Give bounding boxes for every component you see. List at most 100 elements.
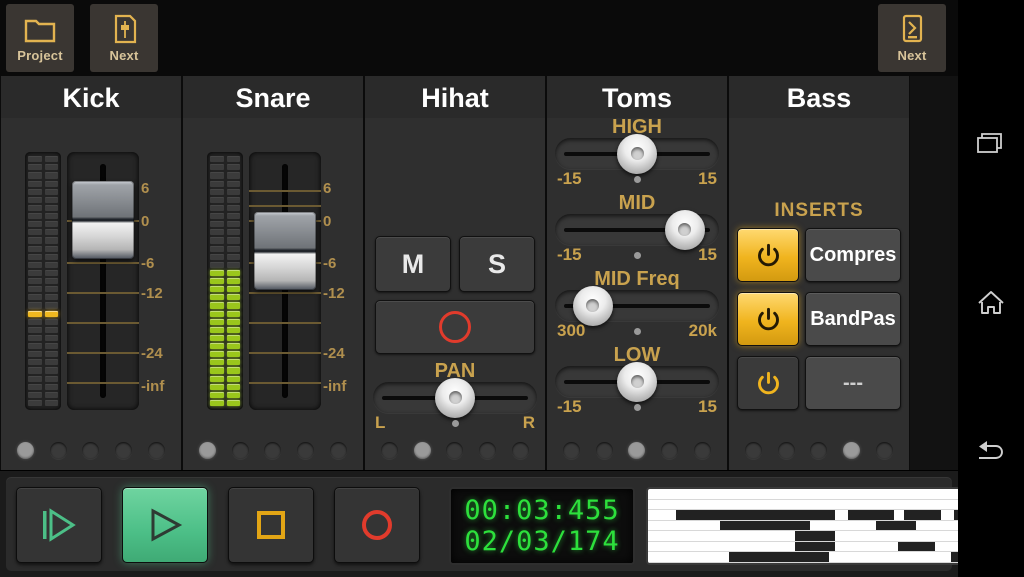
page-dots-bass[interactable] <box>729 430 909 470</box>
overview-lane[interactable] <box>648 521 960 532</box>
page-dots-kick[interactable] <box>1 430 181 470</box>
eq-slider-mid[interactable]: MID -15 15 <box>555 192 719 265</box>
channel-strip-toms[interactable]: Toms HIGH -15 15 MID <box>546 76 728 470</box>
page-dot[interactable] <box>50 442 67 459</box>
overview-clip[interactable] <box>729 552 829 562</box>
page-dot[interactable] <box>264 442 281 459</box>
insert-slot-1[interactable]: Compres <box>737 228 901 282</box>
meter-segment <box>28 221 42 227</box>
insert-power-button-3[interactable] <box>737 356 799 410</box>
mute-button-hihat[interactable]: M <box>375 236 451 292</box>
page-dots-snare[interactable] <box>183 430 363 470</box>
overview-clip[interactable] <box>904 510 941 520</box>
transport-bar: 00:03:455 02/03/174 <box>0 470 958 577</box>
page-dot[interactable] <box>115 442 132 459</box>
meter-segment <box>227 229 241 235</box>
pan-knob[interactable] <box>435 378 475 418</box>
record-button[interactable] <box>334 487 420 563</box>
overview-clip[interactable] <box>795 542 836 552</box>
overview-clip[interactable] <box>848 510 895 520</box>
insert-name-1[interactable]: Compres <box>805 228 901 282</box>
overview-clip[interactable] <box>898 542 935 552</box>
overview-clip[interactable] <box>795 531 836 541</box>
eq-slider-low[interactable]: LOW -15 15 <box>555 344 719 417</box>
eq-track-low[interactable] <box>555 366 719 397</box>
page-dot[interactable] <box>628 442 645 459</box>
next-track-button[interactable]: Next <box>90 4 158 72</box>
page-dot[interactable] <box>661 442 678 459</box>
eq-min-mid: -15 <box>557 245 582 265</box>
eq-slider-high[interactable]: HIGH -15 15 <box>555 116 719 189</box>
pan-slider-hihat[interactable]: PAN L R <box>373 360 537 433</box>
fader-knob-kick[interactable] <box>72 181 134 259</box>
eq-knob-midfreq[interactable] <box>573 286 613 326</box>
eq-track-high[interactable] <box>555 138 719 169</box>
page-dot[interactable] <box>596 442 613 459</box>
page-dot[interactable] <box>17 442 34 459</box>
eq-knob-high[interactable] <box>617 134 657 174</box>
overview-lane[interactable] <box>648 542 960 553</box>
page-dots-hihat[interactable] <box>365 430 545 470</box>
overview-lane[interactable] <box>648 510 960 521</box>
home-button[interactable] <box>958 278 1024 328</box>
page-dots-toms[interactable] <box>547 430 727 470</box>
page-dot[interactable] <box>694 442 711 459</box>
time-display[interactable]: 00:03:455 02/03/174 <box>449 487 635 565</box>
eq-knob-mid[interactable] <box>665 210 705 250</box>
recents-button[interactable] <box>958 118 1024 168</box>
insert-name-3[interactable]: --- <box>805 356 901 410</box>
channel-strip-kick[interactable]: Kick 6 0 -6 <box>0 76 182 470</box>
overview-clip[interactable] <box>720 521 810 531</box>
eq-slider-midfreq[interactable]: MID Freq 300 20k <box>555 268 719 341</box>
pan-track[interactable] <box>373 382 537 413</box>
meter-segment <box>210 237 224 243</box>
page-dot[interactable] <box>446 442 463 459</box>
insert-slot-3[interactable]: --- <box>737 356 901 410</box>
page-dot[interactable] <box>479 442 496 459</box>
channel-strip-hihat[interactable]: Hihat M S PAN L <box>364 76 546 470</box>
record-arm-button-hihat[interactable] <box>375 300 535 354</box>
page-dot[interactable] <box>199 442 216 459</box>
volume-fader-snare[interactable] <box>249 152 321 410</box>
page-dot[interactable] <box>232 442 249 459</box>
insert-power-button-1[interactable] <box>737 228 799 282</box>
overview-clip[interactable] <box>876 521 917 531</box>
page-dot[interactable] <box>843 442 860 459</box>
play-button[interactable] <box>122 487 208 563</box>
stop-button[interactable] <box>228 487 314 563</box>
solo-button-hihat[interactable]: S <box>459 236 535 292</box>
back-button[interactable] <box>958 426 1024 476</box>
page-dot[interactable] <box>778 442 795 459</box>
overview-lane[interactable] <box>648 489 960 500</box>
page-dot[interactable] <box>82 442 99 459</box>
eq-track-mid[interactable] <box>555 214 719 245</box>
meter-segment <box>227 319 241 325</box>
fader-knob-snare[interactable] <box>254 212 316 290</box>
page-dot[interactable] <box>148 442 165 459</box>
channel-strip-snare[interactable]: Snare 6 <box>182 76 364 470</box>
insert-power-button-2[interactable] <box>737 292 799 346</box>
volume-fader-kick[interactable] <box>67 152 139 410</box>
page-dot[interactable] <box>414 442 431 459</box>
eq-knob-low[interactable] <box>617 362 657 402</box>
insert-slot-2[interactable]: BandPas <box>737 292 901 346</box>
page-dot[interactable] <box>563 442 580 459</box>
next-page-button[interactable]: Next <box>878 4 946 72</box>
overview-lane[interactable] <box>648 552 960 563</box>
page-dot[interactable] <box>745 442 762 459</box>
timeline-overview[interactable] <box>646 487 962 565</box>
eq-track-midfreq[interactable] <box>555 290 719 321</box>
page-dot[interactable] <box>330 442 347 459</box>
page-dot[interactable] <box>810 442 827 459</box>
overview-clip[interactable] <box>676 510 835 520</box>
insert-name-2[interactable]: BandPas <box>805 292 901 346</box>
project-button[interactable]: Project <box>6 4 74 72</box>
page-dot[interactable] <box>297 442 314 459</box>
return-to-start-button[interactable] <box>16 487 102 563</box>
channel-strip-bass[interactable]: Bass INSERTS Compres <box>728 76 910 470</box>
overview-lane[interactable] <box>648 500 960 511</box>
page-dot[interactable] <box>876 442 893 459</box>
page-dot[interactable] <box>512 442 529 459</box>
overview-lane[interactable] <box>648 531 960 542</box>
page-dot[interactable] <box>381 442 398 459</box>
